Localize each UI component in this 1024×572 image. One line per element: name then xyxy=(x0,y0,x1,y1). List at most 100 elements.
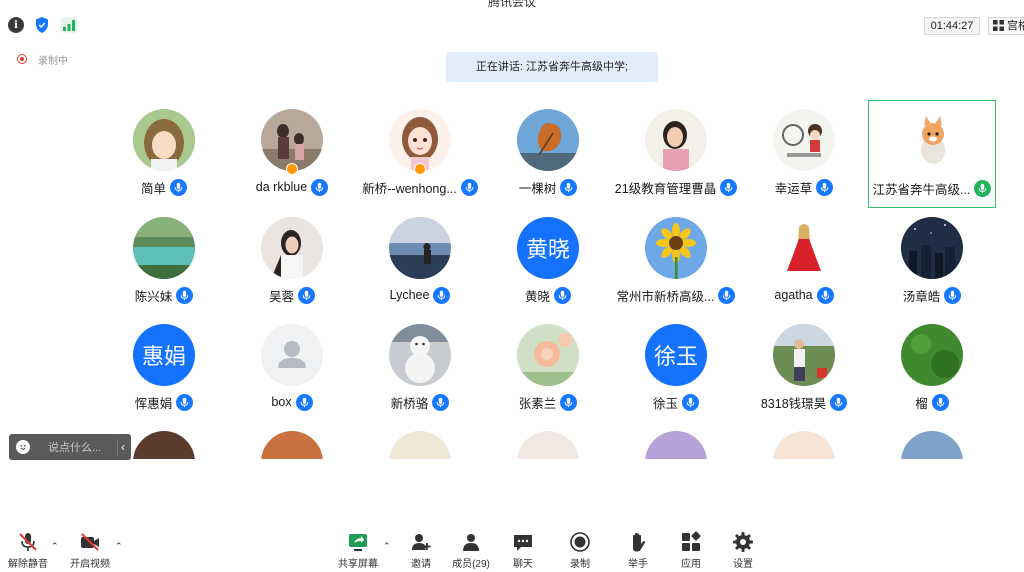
signal-icon[interactable] xyxy=(61,17,77,33)
participant-nameline: 8318钱璟昊 xyxy=(740,393,868,411)
avatar xyxy=(773,109,835,171)
host-badge-icon xyxy=(286,163,298,175)
chat-button[interactable]: 聊天 xyxy=(495,524,551,572)
mic-icon xyxy=(931,393,949,411)
chevron-left-icon[interactable]: ‹ xyxy=(121,438,125,456)
bottom-toolbar: 解除静音 ⌃ 开启视频 ⌃ 共享屏幕 ⌃ 邀请 成员(29) 聊天 录制 举手 … xyxy=(0,524,1024,572)
avatar xyxy=(261,217,323,279)
participant-tile[interactable]: 简单 xyxy=(100,100,228,208)
divider xyxy=(117,439,118,455)
participant-tile[interactable]: 新桥--wenhong... xyxy=(356,100,484,208)
participant-tile-partial[interactable] xyxy=(228,422,356,459)
participant-tile[interactable]: 常州市新桥高级... xyxy=(612,208,740,316)
participant-tile[interactable]: 陈兴妹 xyxy=(100,208,228,316)
participant-tile[interactable]: da rkblue xyxy=(228,100,356,208)
meeting-timer: 01:44:27 xyxy=(924,17,980,35)
participant-name: 江苏省奔牛高级... xyxy=(872,182,971,197)
avatar xyxy=(901,324,963,386)
participant-tile[interactable]: 8318钱璟昊 xyxy=(740,315,868,423)
participant-tile[interactable]: 黄晓 黄晓 xyxy=(484,208,612,316)
avatar: 黄晓 xyxy=(517,217,579,279)
share-screen-button[interactable]: 共享屏幕 xyxy=(330,524,386,572)
chat-placeholder: 说点什么... xyxy=(48,442,102,454)
participant-name: 8318钱璟昊 xyxy=(760,396,827,411)
video-options-caret-icon[interactable]: ⌃ xyxy=(115,541,123,552)
share-options-caret-icon[interactable]: ⌃ xyxy=(383,541,391,552)
participant-name: Lychee xyxy=(389,288,430,302)
settings-button[interactable]: 设置 xyxy=(715,524,771,572)
invite-label: 邀请 xyxy=(411,559,431,570)
mic-icon xyxy=(560,178,578,196)
participant-name: 黄晓 xyxy=(524,289,550,304)
participant-tile[interactable]: 一棵树 xyxy=(484,100,612,208)
participant-name: 汤章皓 xyxy=(902,289,941,304)
avatar xyxy=(773,431,835,459)
raise-hand-button[interactable]: 举手 xyxy=(610,524,666,572)
participant-tile[interactable]: 21级教育管理曹晶 xyxy=(612,100,740,208)
participant-tile[interactable]: 汤章皓 xyxy=(868,208,996,316)
speaking-banner: 正在讲话: 江苏省奔牛高级中学; xyxy=(446,52,658,82)
recording-indicator[interactable]: 录制中 xyxy=(17,53,68,67)
participant-tile[interactable]: 榴 xyxy=(868,315,996,423)
avatar xyxy=(645,109,707,171)
mic-icon xyxy=(830,393,848,411)
share-screen-icon xyxy=(349,534,367,551)
participant-tile-partial[interactable] xyxy=(612,422,740,459)
members-label: 成员(29) xyxy=(452,559,490,570)
avatar xyxy=(773,324,835,386)
participant-tile[interactable]: 张素兰 xyxy=(484,315,612,423)
participant-tile-active-speaker[interactable]: 江苏省奔牛高级... xyxy=(868,100,996,208)
participant-nameline: agatha xyxy=(740,286,868,304)
participant-tile-partial[interactable] xyxy=(740,422,868,459)
participant-tile[interactable]: 惠娟 恽惠娟 xyxy=(100,315,228,423)
participant-nameline: 吴蓉 xyxy=(228,286,356,304)
invite-button[interactable]: 邀请 xyxy=(393,524,449,572)
participant-tile[interactable]: Lychee xyxy=(356,208,484,316)
avatar xyxy=(517,324,579,386)
members-button[interactable]: 成员(29) xyxy=(443,524,499,572)
participant-tile[interactable]: 吴蓉 xyxy=(228,208,356,316)
participant-nameline: 江苏省奔牛高级... xyxy=(869,179,995,197)
record-dot-icon xyxy=(17,54,27,64)
mic-icon xyxy=(433,286,451,304)
avatar xyxy=(517,431,579,459)
participant-nameline: 新桥--wenhong... xyxy=(356,178,484,196)
participant-name: da rkblue xyxy=(255,180,308,194)
participant-nameline: 21级教育管理曹晶 xyxy=(612,178,740,196)
participant-tile[interactable]: 新桥骆 xyxy=(356,315,484,423)
participant-gallery: 简单 da rkblue 新桥--wenhong... 一棵树 21级教育管理曹晶 幸运草… xyxy=(100,100,1000,459)
participant-nameline: 汤章皓 xyxy=(868,286,996,304)
participant-tile[interactable]: 幸运草 xyxy=(740,100,868,208)
participant-name: 吴蓉 xyxy=(268,289,294,304)
participant-nameline: 常州市新桥高级... xyxy=(612,286,740,304)
avatar: 惠娟 xyxy=(133,324,195,386)
participant-tile[interactable]: 徐玉 徐玉 xyxy=(612,315,740,423)
avatar: 徐玉 xyxy=(645,324,707,386)
chat-quick-input[interactable]: 说点什么... ‹ xyxy=(9,434,131,460)
participant-tile[interactable]: box xyxy=(228,315,356,423)
participant-name: 徐玉 xyxy=(652,396,678,411)
participant-nameline: 一棵树 xyxy=(484,178,612,196)
share-screen-label: 共享屏幕 xyxy=(338,559,378,570)
avatar xyxy=(261,324,323,386)
apps-button[interactable]: 应用 xyxy=(663,524,719,572)
emoji-icon[interactable] xyxy=(16,440,30,454)
record-button[interactable]: 录制 xyxy=(552,524,608,572)
gallery-view-button[interactable]: 宫格 xyxy=(988,17,1024,35)
participant-name: box xyxy=(271,395,292,409)
start-video-button[interactable]: 开启视频 xyxy=(62,524,118,572)
participant-tile-partial[interactable] xyxy=(356,422,484,459)
participant-tile-partial[interactable] xyxy=(484,422,612,459)
grid-icon xyxy=(993,20,1004,34)
participant-tile-partial[interactable] xyxy=(868,422,996,459)
info-icon[interactable]: i xyxy=(8,17,24,33)
shield-icon[interactable] xyxy=(34,17,50,33)
audio-options-caret-icon[interactable]: ⌃ xyxy=(51,541,59,552)
participant-nameline: 新桥骆 xyxy=(356,393,484,411)
unmute-button[interactable]: 解除静音 xyxy=(0,524,56,572)
avatar xyxy=(389,109,451,171)
mic-icon xyxy=(298,286,315,304)
participant-name: 幸运草 xyxy=(774,181,813,196)
participant-tile[interactable]: agatha xyxy=(740,208,868,316)
mic-icon xyxy=(816,178,834,196)
